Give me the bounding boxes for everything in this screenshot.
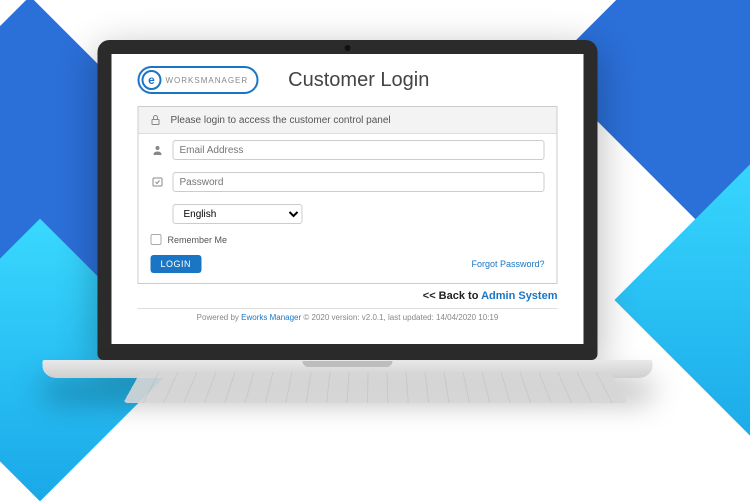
back-prefix: << Back to (423, 290, 481, 302)
logo-e-icon: e (142, 70, 162, 90)
password-field[interactable] (173, 172, 545, 192)
login-prompt-text: Please login to access the customer cont… (171, 115, 391, 126)
forgot-password-link[interactable]: Forgot Password? (471, 259, 544, 269)
login-button[interactable]: LOGIN (151, 255, 202, 273)
footer-brand-link[interactable]: Eworks Manager (241, 313, 301, 322)
header: e WORKSMANAGER Customer Login (112, 54, 584, 100)
password-row (139, 166, 557, 198)
remember-label: Remember Me (168, 235, 228, 245)
footer-prefix: Powered by (197, 313, 241, 322)
remember-row: Remember Me (139, 230, 557, 249)
login-panel: Please login to access the customer cont… (138, 106, 558, 284)
camera-icon (345, 45, 351, 51)
remember-checkbox[interactable] (151, 234, 162, 245)
laptop-mockup: e WORKSMANAGER Customer Login Please log… (98, 40, 653, 422)
lock-icon (149, 113, 163, 127)
brand-name: WORKSMANAGER (166, 76, 249, 85)
app-screen: e WORKSMANAGER Customer Login Please log… (112, 54, 584, 344)
back-row: << Back to Admin System (112, 284, 584, 304)
check-shield-icon (151, 175, 165, 189)
page-title: Customer Login (288, 69, 429, 92)
language-row: English (139, 198, 557, 230)
footer-rest: © 2020 version: v2.0.1, last updated: 14… (301, 313, 498, 322)
actions-row: LOGIN Forgot Password? (139, 249, 557, 283)
email-row (139, 134, 557, 166)
language-select[interactable]: English (173, 204, 303, 224)
laptop-screen-bezel: e WORKSMANAGER Customer Login Please log… (98, 40, 598, 360)
brand-logo: e WORKSMANAGER (138, 66, 259, 94)
admin-system-link[interactable]: Admin System (481, 290, 557, 302)
email-field[interactable] (173, 140, 545, 160)
laptop-keyboard (123, 372, 627, 403)
user-icon (151, 143, 165, 157)
footer: Powered by Eworks Manager © 2020 version… (138, 308, 558, 322)
login-prompt-bar: Please login to access the customer cont… (139, 107, 557, 134)
